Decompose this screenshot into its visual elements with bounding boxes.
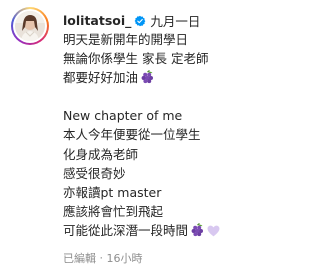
caption-line: 亦報讀pt master (63, 184, 162, 200)
caption-line: 都要好好加油 (63, 68, 325, 87)
caption-line: 明天是新開年的開學日 (63, 32, 189, 47)
username-link[interactable]: lolitatsoi_ (63, 13, 131, 28)
caption-line: 可能從此深潛一段時間 (63, 221, 325, 240)
edited-label: 已編輯 (63, 252, 96, 265)
avatar-ring-gap (13, 9, 47, 43)
caption-line: 無論你係學生 家長 定老師 (63, 51, 209, 67)
meta-separator: · (99, 251, 104, 265)
caption-comment: lolitatsoi_ 九月一日 明天是新開年的開學日 無論你係學生 家長 定老… (0, 0, 331, 277)
caption-line: 化身成為老師 (63, 146, 139, 162)
light-purple-heart-emoji (207, 225, 220, 237)
avatar[interactable] (11, 7, 49, 45)
timestamp[interactable]: 16小時 (107, 252, 143, 265)
grapes-emoji (191, 222, 204, 237)
caption-date: 九月一日 (150, 14, 201, 29)
comment-meta: 已編輯 · 16小時 (63, 250, 143, 266)
caption-line: 本人今年便要從一位學生 (63, 127, 201, 143)
caption-body: lolitatsoi_ 九月一日 明天是新開年的開學日 無論你係學生 家長 定老… (63, 11, 325, 240)
avatar-photo (15, 11, 45, 41)
caption-line: 感受很奇妙 (63, 165, 126, 181)
profile-photo-icon (15, 11, 45, 41)
caption-header: lolitatsoi_ 九月一日 (63, 11, 325, 30)
grapes-emoji (141, 70, 154, 84)
verified-badge-icon (134, 15, 146, 26)
caption-line: 應該將會忙到飛起 (63, 203, 164, 219)
caption-line: New chapter of me (63, 108, 183, 124)
